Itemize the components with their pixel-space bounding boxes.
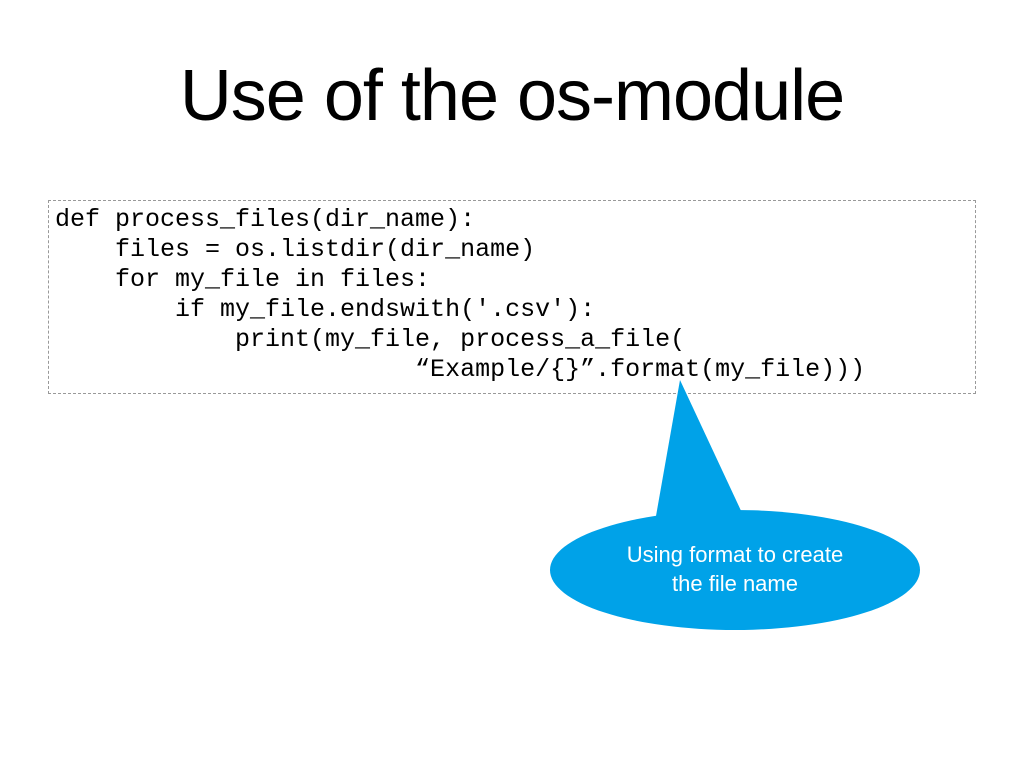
code-line-3: for my_file in files: [55,265,430,294]
callout-bubble: Using format to create the file name [550,510,920,630]
callout-text: Using format to create the file name [627,541,843,598]
slide-title: Use of the os-module [0,55,1024,137]
callout-line-2: the file name [672,571,798,596]
code-line-2: files = os.listdir(dir_name) [55,235,535,264]
code-line-1: def process_files(dir_name): [55,205,475,234]
slide: Use of the os-module def process_files(d… [0,0,1024,768]
callout-line-1: Using format to create [627,542,843,567]
code-block: def process_files(dir_name): files = os.… [48,200,976,394]
code-line-4: if my_file.endswith('.csv'): [55,295,595,324]
code-line-5: print(my_file, process_a_file( [55,325,685,354]
callout: Using format to create the file name [530,380,950,650]
